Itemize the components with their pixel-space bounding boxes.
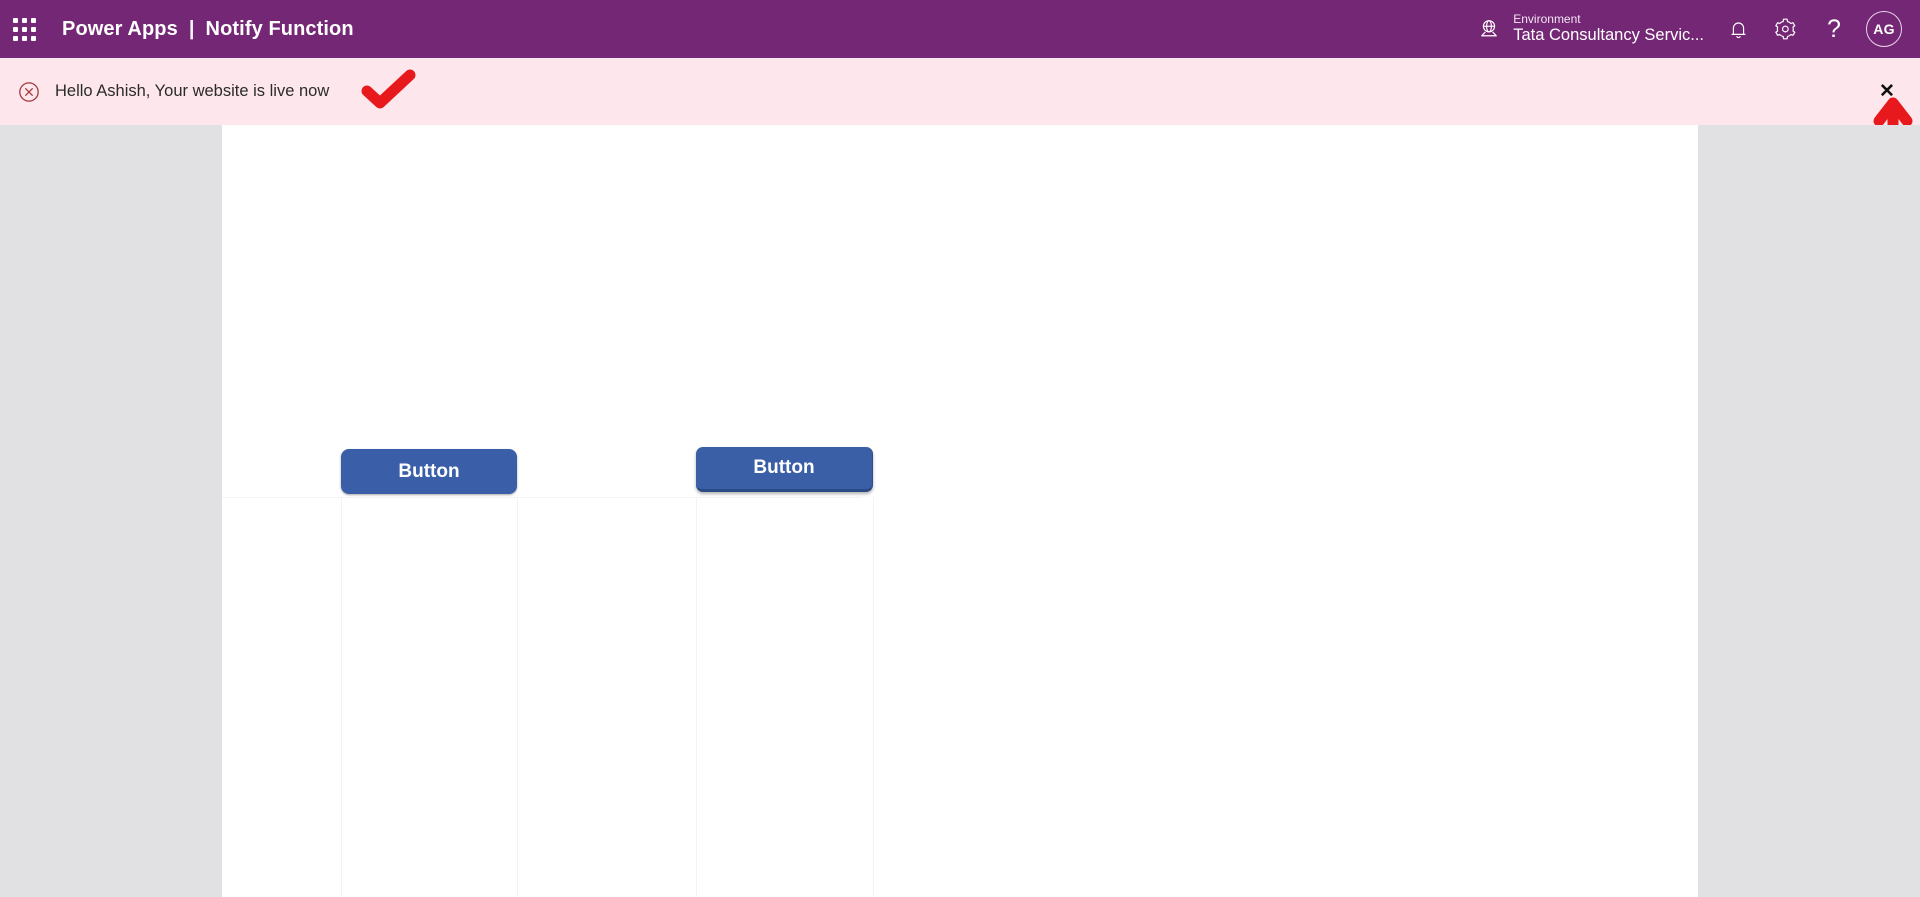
environment-globe-icon xyxy=(1474,14,1504,44)
app-launcher-waffle-icon xyxy=(12,17,36,41)
canvas-guide-line xyxy=(873,497,874,897)
brand-separator: | xyxy=(188,17,195,40)
notification-bell-icon xyxy=(1728,19,1749,40)
header-actions: Environment Tata Consultancy Servic... ?… xyxy=(1468,0,1920,58)
app-canvas[interactable]: Button Button xyxy=(222,125,1698,897)
notification-banner: Hello Ashish, Your website is live now ✕ xyxy=(0,58,1920,125)
avatar-initials: AG xyxy=(1873,21,1895,37)
settings-button[interactable] xyxy=(1762,0,1810,58)
error-circle-x-icon xyxy=(18,81,40,103)
environment-text: Environment Tata Consultancy Servic... xyxy=(1513,11,1704,46)
notification-message: Hello Ashish, Your website is live now xyxy=(55,82,330,100)
notifications-button[interactable] xyxy=(1714,0,1762,58)
help-button[interactable]: ? xyxy=(1810,0,1858,58)
product-name: Power Apps xyxy=(62,17,178,40)
brand-title: Power Apps | Notify Function xyxy=(62,18,354,41)
canvas-guide-horizontal xyxy=(222,497,862,498)
canvas-guide-line xyxy=(696,497,697,897)
app-header: Power Apps | Notify Function Environment… xyxy=(0,0,1920,58)
question-mark-icon: ? xyxy=(1827,14,1841,43)
canvas-guide-line xyxy=(517,497,518,897)
app-launcher-button[interactable] xyxy=(0,0,48,58)
environment-value: Tata Consultancy Servic... xyxy=(1513,26,1704,45)
user-avatar[interactable]: AG xyxy=(1866,11,1902,47)
canvas-button-1[interactable]: Button xyxy=(341,449,517,494)
gear-icon xyxy=(1775,18,1797,40)
canvas-button-2[interactable]: Button xyxy=(696,447,873,492)
banner-close-button[interactable]: ✕ xyxy=(1872,77,1902,107)
environment-picker[interactable]: Environment Tata Consultancy Servic... xyxy=(1468,0,1714,58)
canvas-guide-line xyxy=(341,497,342,897)
workspace: Button Button xyxy=(0,125,1920,897)
environment-label: Environment xyxy=(1513,11,1581,26)
app-name: Notify Function xyxy=(205,17,354,40)
